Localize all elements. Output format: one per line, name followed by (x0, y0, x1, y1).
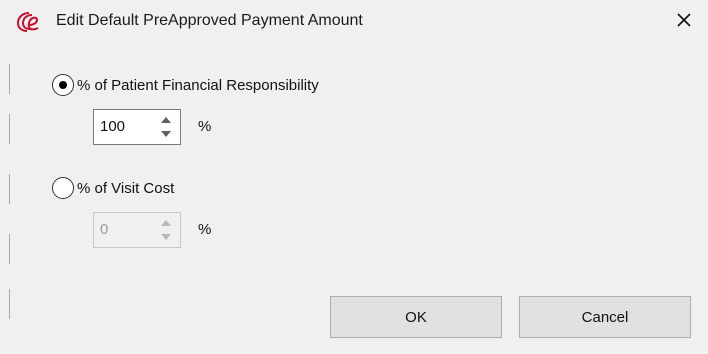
left-edge-border (0, 44, 10, 354)
spin-up-icon[interactable] (156, 215, 176, 230)
title-bar: Edit Default PreApproved Payment Amount (0, 0, 708, 44)
percent-unit-label: % (198, 221, 212, 238)
percent-patient-stepper[interactable]: 100 (93, 109, 181, 145)
percent-unit-label: % (198, 118, 212, 135)
spin-down-icon[interactable] (156, 230, 176, 245)
spin-down-icon[interactable] (156, 127, 176, 142)
app-logo-icon (16, 10, 42, 34)
stepper-value[interactable]: 100 (100, 118, 125, 135)
dialog-window: Edit Default PreApproved Payment Amount … (0, 0, 708, 354)
radio-patient-responsibility[interactable]: % of Patient Financial Responsibility (52, 74, 319, 96)
cancel-button[interactable]: Cancel (519, 296, 691, 338)
ok-button[interactable]: OK (330, 296, 502, 338)
percent-visit-stepper[interactable]: 0 (93, 212, 181, 248)
stepper-value[interactable]: 0 (100, 221, 108, 238)
radio-dot (59, 81, 67, 89)
radio-label-patient-responsibility: % of Patient Financial Responsibility (77, 76, 319, 94)
close-icon (677, 12, 691, 32)
radio-visit-cost[interactable]: % of Visit Cost (52, 177, 174, 199)
dialog-title: Edit Default PreApproved Payment Amount (56, 12, 363, 29)
radio-button-selected[interactable] (52, 74, 74, 96)
close-button[interactable] (668, 6, 700, 38)
spin-up-icon[interactable] (156, 112, 176, 127)
radio-label-visit-cost: % of Visit Cost (77, 179, 175, 197)
radio-button-unselected[interactable] (52, 177, 74, 199)
